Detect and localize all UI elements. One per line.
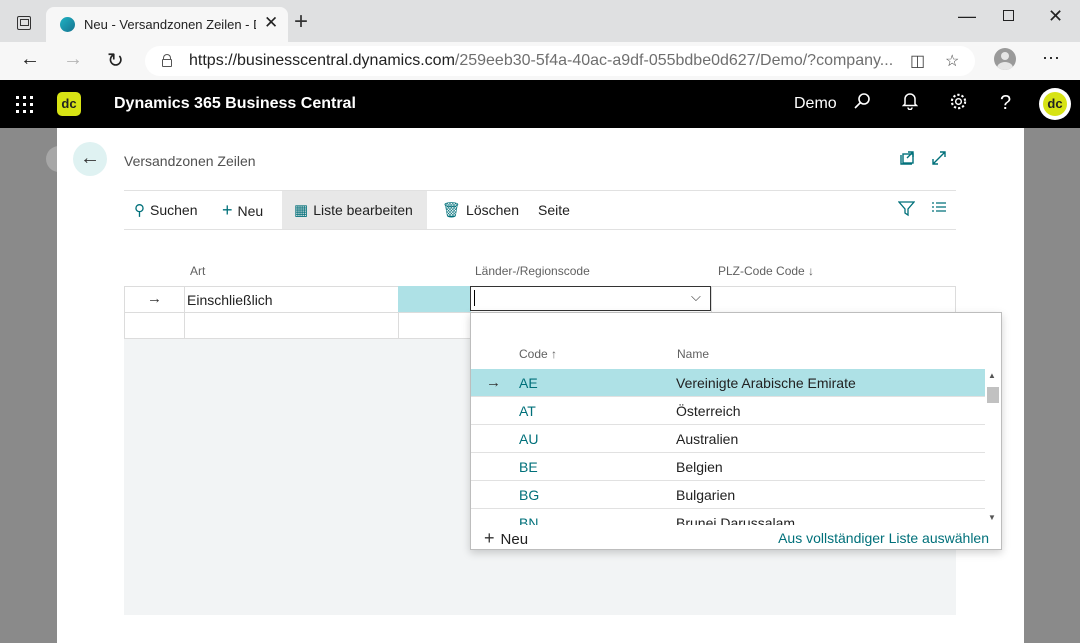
company-logo[interactable]: dc [57, 92, 81, 116]
refresh-icon[interactable]: ↻ [107, 48, 124, 73]
search-icon: ⚲ [134, 202, 145, 219]
lookup-list: → AE Vereinigte Arabische Emirate AT Öst… [471, 369, 985, 525]
lookup-new-button[interactable]: + Neu [484, 528, 528, 549]
window-menu-icon[interactable] [17, 16, 31, 30]
notification-bell-icon[interactable] [901, 92, 919, 116]
app-header: dc Dynamics 365 Business Central Demo ? … [0, 80, 1080, 128]
browser-tabstrip: Neu - Versandzonen Zeilen - Dynamics 365… [0, 0, 1080, 42]
row-selector[interactable]: → [124, 286, 185, 313]
table-cell-art[interactable]: Einschließlich [184, 286, 399, 313]
split-screen-icon[interactable]: ◫ [910, 51, 925, 71]
expand-icon[interactable] [931, 150, 947, 171]
delete-action[interactable]: 🗑 Löschen [442, 191, 519, 229]
scrollbar-thumb[interactable] [987, 387, 999, 403]
current-row-arrow-icon: → [486, 374, 501, 391]
table-cell-art[interactable] [184, 312, 399, 339]
edit-list-icon: ▦ [294, 202, 309, 219]
company-name[interactable]: Demo [794, 95, 837, 113]
table-cell-postcode[interactable] [711, 286, 956, 313]
browser-tab[interactable]: Neu - Versandzonen Zeilen - Dynamics 365… [46, 7, 288, 42]
country-code-field[interactable] [473, 289, 683, 308]
filter-icon[interactable] [897, 200, 916, 222]
current-row-arrow-icon: → [147, 290, 162, 307]
lookup-row[interactable]: AT Österreich [471, 397, 985, 425]
app-name[interactable]: Dynamics 365 Business Central [114, 95, 356, 113]
row-selector[interactable] [124, 312, 185, 339]
browser-toolbar: ← → ↻ https://businesscentral.dynamics.c… [0, 42, 1080, 80]
profile-icon[interactable] [994, 48, 1016, 70]
close-tab-icon[interactable]: ✕ [264, 13, 278, 33]
list-view-icon[interactable] [931, 200, 947, 221]
lookup-row[interactable]: AU Australien [471, 425, 985, 453]
column-header-art[interactable]: Art [190, 264, 205, 278]
country-code-input[interactable]: ⌵ [470, 286, 711, 311]
back-button[interactable]: ← [73, 142, 107, 176]
plus-icon: + [484, 528, 495, 548]
url-text[interactable]: https://businesscentral.dynamics.com/259… [189, 52, 893, 70]
search-icon[interactable] [853, 92, 871, 116]
trash-icon: 🗑 [442, 202, 462, 219]
minimize-icon[interactable]: — [958, 6, 976, 27]
favicon-icon [60, 17, 75, 32]
lookup-row[interactable]: BE Belgien [471, 453, 985, 481]
text-cursor [474, 290, 475, 306]
search-action[interactable]: ⚲ Suchen [134, 191, 197, 229]
close-window-icon[interactable]: ✕ [1048, 6, 1063, 27]
lookup-row[interactable]: → AE Vereinigte Arabische Emirate [471, 369, 985, 397]
lookup-header-code[interactable]: Code ↑ [519, 347, 557, 361]
lookup-row[interactable]: BN Brunei Darussalam [471, 509, 985, 525]
address-bar[interactable]: https://businesscentral.dynamics.com/259… [145, 46, 975, 76]
new-tab-button[interactable]: + [294, 8, 308, 36]
app-launcher-icon[interactable] [16, 96, 33, 113]
action-bar: ⚲ Suchen + Neu ▦ Liste bearbeiten 🗑 Löschen … [124, 190, 956, 230]
more-options-icon[interactable]: ⋯ [1042, 48, 1061, 69]
table-cell[interactable] [398, 312, 471, 339]
column-header-country-code[interactable]: Länder-/Regionscode [475, 264, 590, 278]
forward-arrow-icon[interactable]: → [63, 48, 83, 71]
help-icon[interactable]: ? [1000, 92, 1011, 115]
lock-icon[interactable] [162, 54, 172, 67]
open-new-window-icon[interactable] [899, 150, 915, 171]
back-arrow-icon[interactable]: ← [20, 48, 40, 71]
plus-icon: + [222, 200, 233, 220]
edit-list-action[interactable]: ▦ Liste bearbeiten [282, 191, 427, 229]
lookup-row[interactable]: BG Bulgarien [471, 481, 985, 509]
user-avatar[interactable]: dc [1039, 88, 1071, 120]
column-header-postcode[interactable]: PLZ-Code Code ↓ [718, 264, 814, 278]
tab-title: Neu - Versandzonen Zeilen - Dynamics 365… [84, 17, 256, 32]
lookup-scrollbar[interactable]: ▲ ▼ [985, 369, 999, 525]
favorites-star-icon[interactable]: ☆ [945, 51, 959, 71]
scroll-down-icon[interactable]: ▼ [988, 513, 996, 522]
new-action[interactable]: + Neu [222, 191, 263, 229]
page-title: Versandzonen Zeilen [124, 153, 256, 169]
maximize-icon[interactable] [1003, 5, 1014, 26]
chevron-down-icon[interactable]: ⌵ [691, 289, 701, 305]
country-lookup-dropdown: Code ↑ Name → AE Vereinigte Arabische Em… [470, 312, 1002, 550]
settings-gear-icon[interactable] [949, 92, 968, 117]
select-from-full-list-link[interactable]: Aus vollständiger Liste auswählen [778, 530, 989, 546]
page-action[interactable]: Seite [538, 191, 570, 229]
lookup-header-name[interactable]: Name [677, 347, 709, 361]
scroll-up-icon[interactable]: ▲ [988, 371, 996, 380]
table-cell-selected[interactable] [398, 286, 471, 313]
